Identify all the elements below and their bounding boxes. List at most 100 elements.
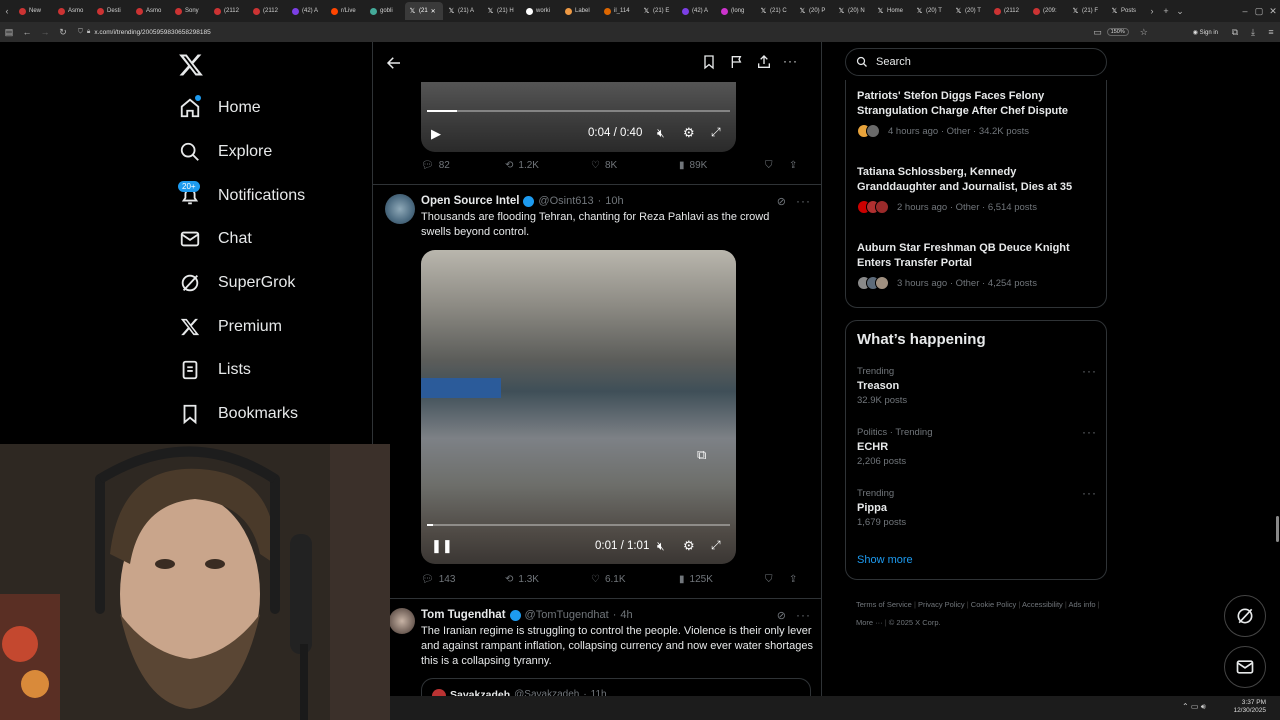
footer-link[interactable]: Ads info [1068,600,1095,609]
grok-tweet-icon[interactable]: ⊘ [777,195,786,208]
browser-tab[interactable]: 𝕏 (20) N [834,2,872,20]
top-video-player[interactable]: ▶ 0:04 / 0:40 🔇︎ ⚙ ⤢ [421,82,736,152]
author-name[interactable]: Open Source Intel [421,195,519,207]
share-tweet-button[interactable]: ⇪ [789,160,797,171]
trend-more-icon[interactable]: ··· [1082,364,1097,378]
browser-tab[interactable]: 𝕏 Posts [1107,2,1145,20]
footer-link[interactable]: © 2025 X Corp. [889,618,941,627]
browser-tab[interactable]: r/Live [327,2,365,20]
browser-tab[interactable]: 𝕏 (20) T [951,2,989,20]
browser-tab[interactable]: 𝕏 (21) H [483,2,521,20]
share-tweet-button[interactable]: ⇪ [789,574,797,585]
browser-tab[interactable]: 𝕏 (21) C [756,2,794,20]
like-button[interactable]: ♡ 6.1K [591,574,679,585]
browser-tab[interactable]: (42) A [678,2,716,20]
mute-icon[interactable]: 🔇︎ [657,539,665,554]
browser-tab[interactable]: (2112 [210,2,248,20]
avatar[interactable] [389,608,415,634]
nav-lists[interactable]: Lists [178,354,251,386]
browser-tab[interactable]: Sony [171,2,209,20]
browser-tab[interactable]: (42) A [288,2,326,20]
browser-tab[interactable]: 𝕏 (20) T [912,2,950,20]
tray-icons[interactable]: ⌃ ▭ 🔊︎ [1182,702,1206,712]
repost-button[interactable]: ⟲ 1.3K [505,574,591,585]
footer-link[interactable]: Cookie Policy [971,600,1016,609]
reader-view-icon[interactable]: ▭ [1089,27,1107,38]
downloads-icon[interactable]: ⤓ [1244,27,1262,38]
browser-tab[interactable]: 𝕏 (21) A [444,2,482,20]
browser-tab[interactable]: 𝕏 (21) E [639,2,677,20]
trend-item[interactable]: Politics · Trending ECHR 2,206 posts ··· [857,425,1097,467]
browser-tab[interactable]: gobli [366,2,404,20]
nav-premium[interactable]: Premium [178,311,282,343]
bookmark-header-icon[interactable] [701,54,717,70]
url-field[interactable]: ⛉ 🔒︎ x.com/i/trending/200595983065829818… [78,25,1089,39]
search-input[interactable]: Search [845,48,1107,76]
grok-fab-button[interactable] [1224,595,1266,637]
browser-tab[interactable]: (209: [1029,2,1067,20]
tab-list-icon[interactable]: ⌄ [1173,6,1187,17]
x-logo-icon[interactable] [178,52,204,78]
pause-icon[interactable]: ❚❚ [431,538,453,554]
browser-tab[interactable]: (2112 [990,2,1028,20]
views-button[interactable]: ▮ 89K [679,160,765,171]
share-icon[interactable] [756,54,772,70]
minimize-icon[interactable]: – [1238,6,1252,16]
browser-tab[interactable]: (2112 [249,2,287,20]
trend-more-icon[interactable]: ··· [1082,486,1097,500]
extensions-icon[interactable]: ⧉ [1226,27,1244,38]
footer-link[interactable]: Privacy Policy [918,600,965,609]
menu-icon[interactable]: ≡ [1262,27,1280,37]
author-handle[interactable]: @Osint613 [538,195,593,207]
fullscreen-icon[interactable]: ⤢ [711,125,721,140]
views-button[interactable]: ▮ 125K [679,574,765,585]
author-name[interactable]: Tom Tugendhat [421,609,506,621]
show-more-link[interactable]: Show more [857,554,913,566]
back-icon[interactable]: ← [18,27,36,37]
bookmark-tweet-button[interactable]: ⛉ [765,574,789,585]
sign-in-button[interactable]: ◉ Sign in [1193,29,1218,36]
bookmark-star-icon[interactable]: ☆ [1135,27,1153,38]
browser-tab[interactable]: New [15,2,53,20]
reload-icon[interactable]: ↻ [54,27,72,38]
video-progress-track[interactable] [427,524,730,526]
trend-item[interactable]: Trending Treason 32.9K posts ··· [857,364,1097,406]
browser-tab[interactable]: Desti [93,2,131,20]
author-handle[interactable]: @TomTugendhat [525,609,609,621]
taskbar-clock[interactable]: 3:37 PM 12/30/2025 [1226,699,1266,715]
browser-tab[interactable]: 𝕏 Home [873,2,911,20]
tweet-more-icon[interactable]: ··· [796,608,811,622]
shield-icon[interactable]: ⛉ [78,28,83,36]
page-scrollbar-thumb[interactable] [1276,516,1279,542]
browser-tab[interactable]: Label [561,2,599,20]
close-tab-icon[interactable]: ✕ [431,8,436,15]
tab-scroll-left-icon[interactable]: ‹ [0,6,14,16]
browser-tab[interactable]: 𝕏 (20) P [795,2,833,20]
messages-fab-button[interactable] [1224,646,1266,688]
reply-button[interactable]: 💬︎ 82 [421,160,505,171]
zoom-level[interactable]: 150% [1106,28,1129,36]
trend-more-icon[interactable]: ··· [1082,425,1097,439]
tab-scroll-right-icon[interactable]: › [1145,6,1159,16]
top-video-progress-track[interactable] [427,110,730,112]
trend-item[interactable]: Trending Pippa 1,679 posts ··· [857,486,1097,528]
reply-button[interactable]: 💬︎ 143 [421,574,505,585]
tweet-video-player[interactable]: ⧉ ❚❚ 0:01 / 1:01 🔇︎ ⚙ ⤢ [421,250,736,564]
pip-icon[interactable]: ⧉ [697,447,706,463]
footer-link[interactable]: Accessibility [1022,600,1063,609]
bookmark-tweet-button[interactable]: ⛉ [765,160,789,171]
browser-tab[interactable]: 𝕏 (21 ✕ [405,2,443,20]
news-item[interactable]: Tatiana Schlossberg, Kennedy Granddaught… [857,165,1097,214]
browser-tab[interactable]: 𝕏 (21) F [1068,2,1106,20]
news-item[interactable]: Patriots' Stefon Diggs Faces Felony Stra… [857,89,1097,138]
browser-tab[interactable]: Asmo [132,2,170,20]
tweet-age[interactable]: 4h [620,609,632,621]
tweet-more-icon[interactable]: ··· [796,194,811,208]
browser-tab[interactable]: (long [717,2,755,20]
close-window-icon[interactable]: ✕ [1266,6,1280,17]
like-button[interactable]: ♡ 8K [591,160,679,171]
maximize-icon[interactable]: ▢ [1252,6,1266,17]
browser-tab[interactable]: il_114 [600,2,638,20]
play-icon[interactable]: ▶ [431,126,441,142]
fullscreen-icon[interactable]: ⤢ [711,538,721,553]
